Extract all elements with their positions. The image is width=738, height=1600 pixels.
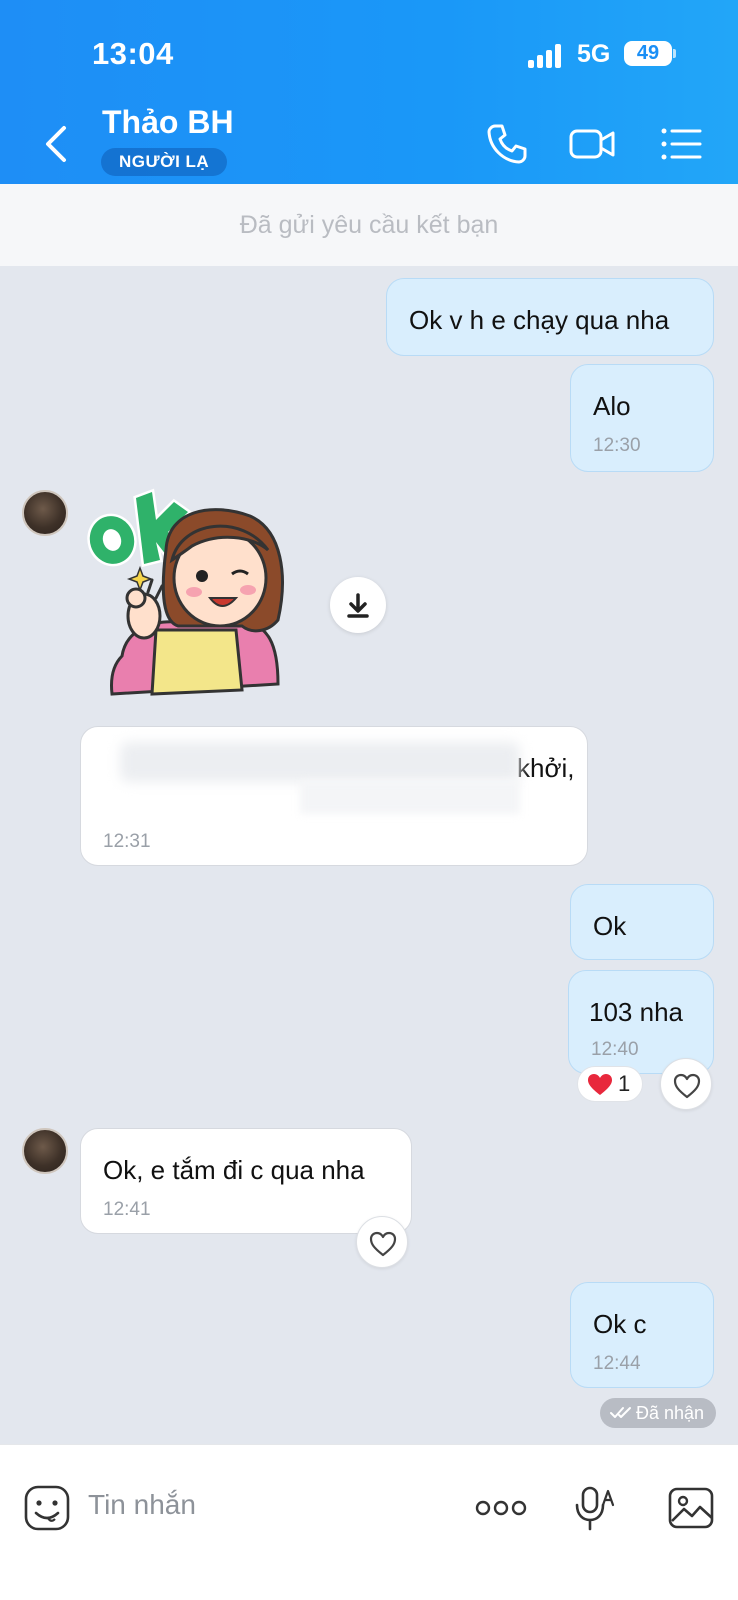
voice-call-button[interactable] [481, 118, 533, 170]
message-time: 12:44 [593, 1353, 641, 1374]
message-text: Ok [593, 911, 627, 941]
phone-icon [487, 124, 527, 164]
back-button[interactable] [36, 116, 76, 172]
status-time: 13:04 [92, 36, 174, 71]
message-bubble[interactable]: Alo 12:30 [570, 364, 714, 472]
more-options-button[interactable] [474, 1483, 528, 1533]
download-sticker-button[interactable] [330, 577, 386, 633]
message-text: 103 nha [589, 997, 683, 1027]
message-time: 12:30 [593, 435, 641, 456]
message-bubble[interactable]: Ok v h e chạy qua nha [386, 278, 714, 356]
sticker-smile-icon [24, 1485, 70, 1531]
message-bubble[interactable]: Ok [570, 884, 714, 960]
signal-strength-icon [528, 44, 562, 68]
delivery-status-badge: Đã nhận [600, 1398, 716, 1428]
heart-outline-icon [673, 1073, 701, 1099]
ok-sticker[interactable] [82, 480, 304, 714]
message-input[interactable]: Tin nhắn [88, 1489, 196, 1521]
friend-request-notice: Đã gửi yêu cầu kết bạn [0, 184, 738, 266]
message-bubble[interactable]: Ok c 12:44 [570, 1282, 714, 1388]
redacted-text [120, 742, 520, 782]
video-call-button[interactable] [567, 118, 619, 170]
stranger-badge: NGƯỜI LẠ [101, 148, 228, 176]
message-text: Alo [593, 391, 631, 421]
download-icon [347, 593, 369, 618]
redacted-text [300, 780, 520, 814]
list-menu-icon [661, 128, 702, 160]
message-text: khởi, [517, 753, 575, 783]
message-time: 12:41 [103, 1199, 151, 1220]
image-icon [668, 1487, 714, 1529]
more-dots-icon [475, 1500, 527, 1516]
reaction-summary[interactable]: 1 [577, 1066, 643, 1102]
contact-avatar[interactable] [22, 490, 68, 536]
contact-name[interactable]: Thảo BH [102, 104, 234, 141]
chat-header: 13:04 5G 49 Thảo BH NGƯỜI LẠ [0, 0, 738, 184]
battery-icon: 49 [624, 41, 672, 66]
chat-options-button[interactable] [656, 118, 708, 170]
message-time: 12:40 [591, 1039, 639, 1060]
double-check-icon [610, 1407, 631, 1418]
message-time: 12:31 [103, 831, 151, 852]
react-button[interactable] [356, 1216, 408, 1268]
heart-outline-icon [369, 1231, 397, 1257]
battery-tip [673, 49, 676, 58]
network-type: 5G [577, 40, 611, 68]
message-text: Ok, e tắm đi c qua nha [103, 1155, 365, 1185]
heart-icon [588, 1074, 612, 1095]
microphone-icon [575, 1486, 615, 1531]
voice-to-text-button[interactable] [570, 1483, 620, 1533]
message-text: Ok c [593, 1309, 647, 1339]
video-camera-icon [569, 129, 615, 159]
chevron-left-icon [46, 126, 66, 162]
message-composer: Tin nhắn [0, 1444, 738, 1600]
message-text: Ok v h e chạy qua nha [409, 305, 670, 335]
emoji-button[interactable] [22, 1483, 72, 1533]
react-button[interactable] [660, 1058, 712, 1110]
photo-gallery-button[interactable] [666, 1483, 716, 1533]
delivery-status-text: Đã nhận [636, 1403, 705, 1423]
reaction-count: 1 [618, 1071, 631, 1096]
contact-avatar[interactable] [22, 1128, 68, 1174]
ok-girl-sticker-icon [87, 488, 284, 696]
